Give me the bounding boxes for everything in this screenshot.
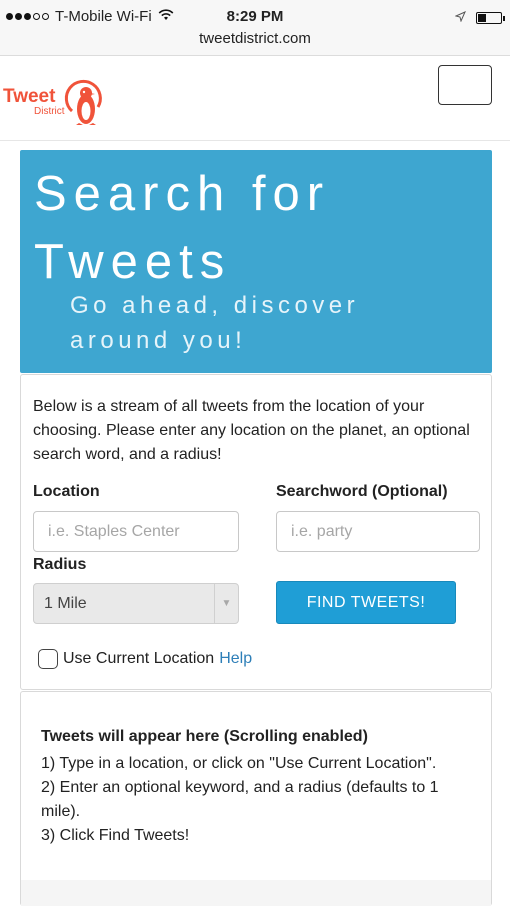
battery-icon: [476, 11, 505, 24]
hero-banner: Search for Tweets Go ahead, discover aro…: [20, 150, 492, 373]
radius-select[interactable]: 1 Mile ▼: [33, 583, 239, 624]
chevron-down-icon: ▼: [214, 584, 238, 623]
form-intro-text: Below is a stream of all tweets from the…: [33, 398, 470, 463]
page-subtitle: Go ahead, discover around you!: [70, 292, 360, 354]
address-bar-url[interactable]: tweetdistrict.com: [0, 30, 510, 47]
searchword-label: Searchword (Optional): [276, 483, 448, 500]
use-current-location-checkbox[interactable]: [38, 649, 58, 669]
location-input[interactable]: [33, 511, 239, 552]
tweets-scroll-area[interactable]: Tweets will appear here (Scrolling enabl…: [21, 704, 491, 879]
radius-label: Radius: [33, 556, 87, 573]
use-current-location-label[interactable]: Use Current Location: [63, 650, 214, 668]
logo-sub: District: [34, 106, 65, 117]
radius-selected-value: 1 Mile: [44, 595, 87, 612]
use-current-location-row: Use Current Location Help: [38, 649, 252, 669]
site-header: Tweet District: [0, 57, 510, 141]
tweets-placeholder-title: Tweets will appear here (Scrolling enabl…: [41, 728, 368, 745]
tweets-stream-panel: Tweets will appear here (Scrolling enabl…: [20, 691, 492, 906]
page-title: Search for Tweets: [34, 167, 331, 289]
search-form-panel: Below is a stream of all tweets from the…: [20, 374, 492, 690]
tweet-district-logo[interactable]: Tweet District: [2, 71, 112, 131]
location-label: Location: [33, 483, 100, 500]
instruction-step-3: 3) Click Find Tweets!: [41, 827, 190, 844]
clock: 8:29 PM: [226, 8, 284, 25]
tweets-panel-footer: [21, 880, 491, 906]
location-arrow-icon: [454, 9, 466, 26]
instruction-step-2: 2) Enter an optional keyword, and a radi…: [41, 779, 439, 820]
browser-status-bar: T-Mobile Wi-Fi 8:29 PM tweetdistrict.com: [0, 0, 510, 56]
help-link[interactable]: Help: [219, 650, 252, 668]
searchword-input[interactable]: [276, 511, 480, 552]
instruction-step-1: 1) Type in a location, or click on "Use …: [41, 755, 437, 772]
logo-word: Tweet: [3, 86, 56, 107]
hamburger-menu-icon[interactable]: [438, 65, 492, 105]
find-tweets-button[interactable]: FIND TWEETS!: [276, 581, 456, 624]
